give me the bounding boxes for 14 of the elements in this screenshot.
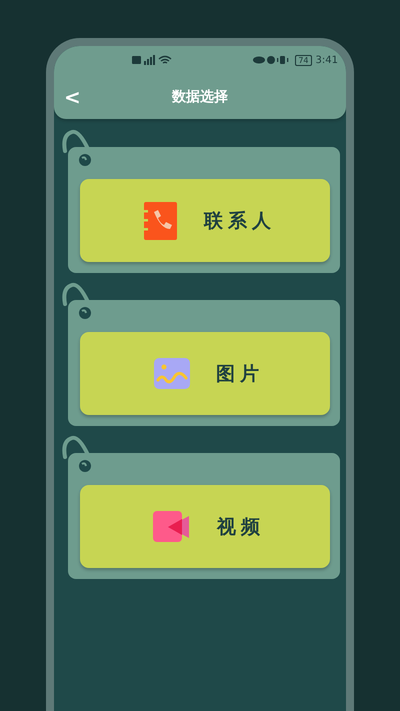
image-icon (154, 358, 190, 389)
phone-book-icon (142, 200, 178, 240)
category-button[interactable]: 视频 (80, 485, 330, 568)
ring-icon (78, 459, 92, 473)
page-title: 数据选择 (172, 88, 228, 106)
ring-icon (78, 153, 92, 167)
battery-level: 74 (295, 54, 312, 66)
status-icons (253, 55, 292, 65)
category-button[interactable]: 联系人 (80, 179, 330, 262)
ring-icon (78, 306, 92, 320)
video-camera-icon (153, 511, 191, 542)
category-button[interactable]: 图片 (80, 332, 330, 415)
signal-icon (132, 55, 174, 65)
clock-time: 3:41 (316, 54, 338, 66)
